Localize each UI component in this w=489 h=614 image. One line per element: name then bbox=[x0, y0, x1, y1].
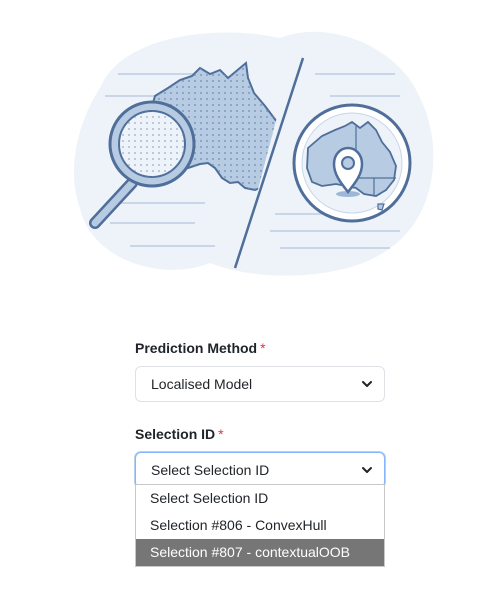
selection-id-dropdown: Select Selection ID Selection #806 - Con… bbox=[135, 484, 385, 567]
selection-id-value: Select Selection ID bbox=[151, 462, 270, 478]
chevron-down-icon bbox=[362, 381, 372, 387]
selection-id-select[interactable]: Select Selection ID bbox=[135, 452, 385, 488]
prediction-form: Prediction Method * Localised Model Selec… bbox=[135, 338, 385, 488]
chevron-down-icon bbox=[362, 467, 372, 473]
selection-id-label: Selection ID * bbox=[135, 424, 385, 444]
selection-id-label-text: Selection ID bbox=[135, 426, 216, 442]
dropdown-option[interactable]: Selection #806 - ConvexHull bbox=[136, 512, 384, 539]
prediction-method-label: Prediction Method * bbox=[135, 338, 385, 358]
prediction-method-value: Localised Model bbox=[151, 376, 253, 392]
map-pin-icon bbox=[292, 103, 412, 223]
prediction-method-label-text: Prediction Method bbox=[135, 340, 258, 356]
dropdown-option[interactable]: Select Selection ID bbox=[136, 485, 384, 512]
required-asterisk: * bbox=[218, 426, 224, 442]
dropdown-option-highlighted[interactable]: Selection #807 - contextualOOB bbox=[136, 539, 384, 566]
hero-illustration bbox=[73, 31, 434, 276]
required-asterisk: * bbox=[260, 340, 266, 356]
prediction-method-select[interactable]: Localised Model bbox=[135, 366, 385, 402]
